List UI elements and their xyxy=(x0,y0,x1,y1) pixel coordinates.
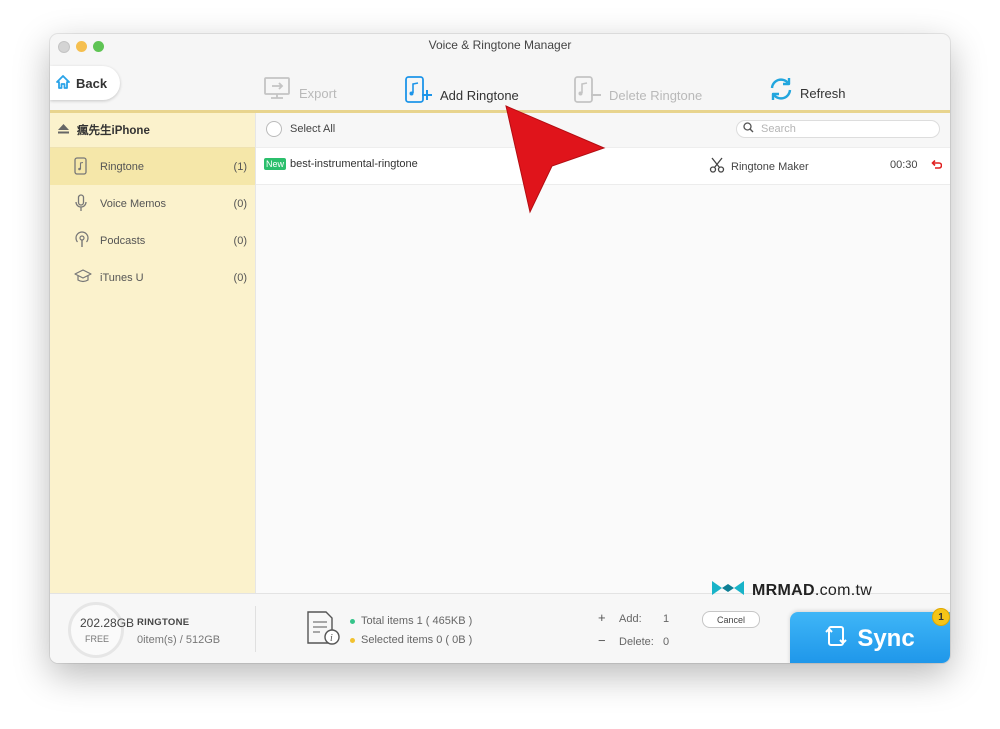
annotation-arrow-icon xyxy=(505,105,606,214)
